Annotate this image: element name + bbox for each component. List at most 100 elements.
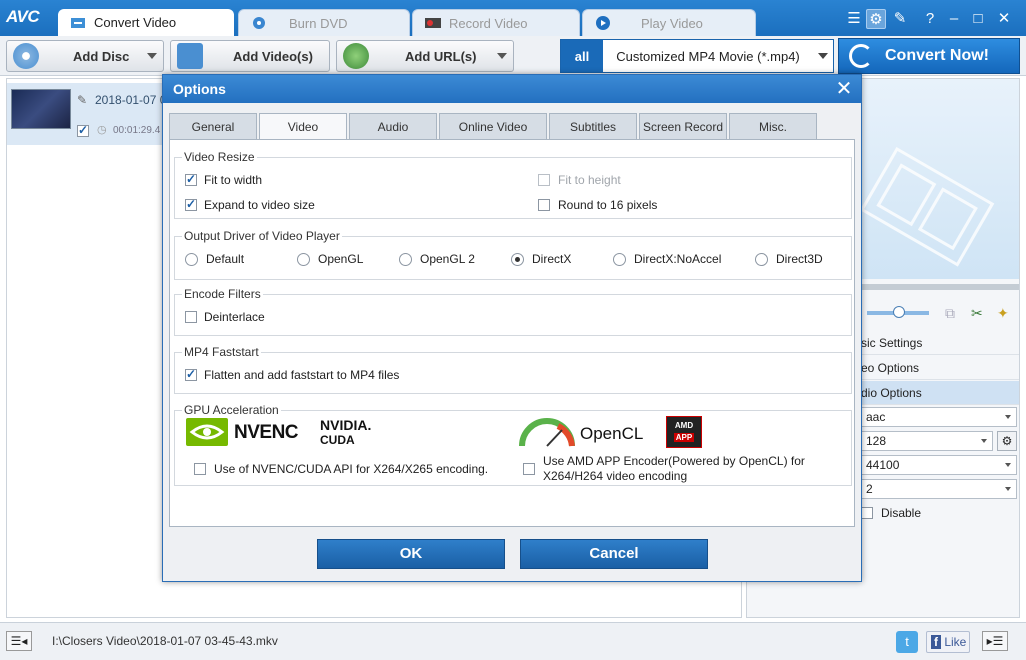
tab-video[interactable]: Video (259, 113, 347, 140)
panel-expand-icon[interactable]: ▸☰ (982, 631, 1008, 651)
sample-rate-select[interactable]: 44100 (861, 455, 1017, 475)
chevron-down-icon (981, 439, 987, 443)
amd-encoder-label-line1: Use AMD APP Encoder(Powered by OpenCL) f… (543, 454, 805, 468)
nvidia-logo: NVIDIA. CUDA (320, 418, 371, 447)
maximize-icon[interactable]: □ (968, 9, 988, 29)
audio-codec-value: aac (866, 410, 886, 424)
bitrate-select[interactable]: 128 (861, 431, 993, 451)
scissors-icon[interactable]: ✂ (971, 305, 983, 322)
copy-icon[interactable]: ⧉ (945, 305, 955, 322)
deinterlace-label: Deinterlace (204, 310, 265, 324)
audio-codec-select[interactable]: aac (861, 407, 1017, 427)
tab-label: Convert Video (94, 15, 177, 30)
sample-rate-value: 44100 (866, 458, 900, 472)
output-driver-title: Output Driver of Video Player (182, 229, 342, 243)
facebook-like-button[interactable]: f Like (926, 631, 970, 653)
file-path: I:\Closers Video\2018-01-07 03-45-43.mkv (52, 634, 278, 648)
seek-bar[interactable] (857, 284, 1019, 290)
dialog-title: Options (163, 75, 861, 103)
add-disc-button[interactable]: Add Disc (6, 40, 164, 72)
radio-opengl[interactable] (297, 253, 310, 266)
radio-direct3d[interactable] (755, 253, 768, 266)
list-item[interactable]: ✎ 2018-01-07 0 ◷ 00:01:29.4 (7, 83, 167, 145)
output-profile-select[interactable]: all Customized MP4 Movie (*.mp4) (560, 39, 834, 73)
help-icon[interactable]: ? (920, 9, 940, 29)
tab-convert-video[interactable]: Convert Video (58, 9, 234, 36)
app-logo: AVC (6, 7, 40, 26)
ok-button[interactable]: OK (317, 539, 505, 569)
flatten-faststart-checkbox[interactable] (185, 367, 197, 381)
bitrate-value: 128 (866, 434, 887, 448)
cancel-button[interactable]: Cancel (520, 539, 708, 569)
channels-value: 2 (866, 482, 873, 496)
dialog-footer: OK Cancel (163, 527, 861, 581)
fit-to-width-checkbox[interactable] (185, 172, 197, 186)
twitter-icon[interactable]: t (896, 631, 918, 653)
title-bar: AVC Convert Video Burn DVD Record Video … (0, 0, 1026, 36)
chevron-down-icon[interactable] (497, 53, 507, 59)
add-url-button[interactable]: Add URL(s) (336, 40, 514, 72)
amd-logo-line2: APP (673, 433, 695, 442)
video-options-item[interactable]: eo Options (857, 356, 1019, 380)
chevron-down-icon (1005, 415, 1011, 419)
tab-play-video[interactable]: Play Video (582, 9, 756, 36)
disable-audio-label: Disable (881, 506, 922, 520)
chevron-down-icon[interactable] (147, 53, 157, 59)
deinterlace-checkbox[interactable] (185, 311, 197, 323)
close-icon[interactable]: ✕ (994, 9, 1014, 29)
edit-icon[interactable]: ✎ (77, 93, 87, 107)
tab-subtitles[interactable]: Subtitles (549, 113, 637, 139)
fit-to-height-checkbox[interactable] (538, 174, 550, 186)
convert-now-label: Convert Now! (885, 47, 989, 64)
tab-audio[interactable]: Audio (349, 113, 437, 139)
expand-to-video-size-checkbox[interactable] (185, 197, 197, 211)
nvenc-checkbox[interactable] (194, 463, 206, 475)
nvidia-eye-icon (186, 418, 228, 446)
file-checkbox[interactable] (77, 123, 89, 137)
volume-slider-knob[interactable] (893, 306, 905, 318)
disable-audio-checkbox[interactable] (861, 507, 873, 519)
radio-opengl2-label: OpenGL 2 (420, 252, 475, 266)
file-duration: 00:01:29.4 (113, 125, 161, 136)
magic-wand-icon[interactable]: ✦ (997, 305, 1009, 322)
amd-encoder-checkbox[interactable] (523, 463, 535, 475)
radio-opengl2[interactable] (399, 253, 412, 266)
tab-online-video[interactable]: Online Video (439, 113, 547, 139)
chevron-down-icon[interactable] (813, 53, 833, 59)
panel-toggle-icon[interactable]: ☰◂ (6, 631, 32, 651)
round-16-pixels-checkbox[interactable] (538, 199, 550, 211)
radio-default[interactable] (185, 253, 198, 266)
minimize-icon[interactable]: – (944, 9, 964, 29)
tab-misc[interactable]: Misc. (729, 113, 817, 139)
audio-options-item[interactable]: dio Options (857, 381, 1019, 405)
tab-general[interactable]: General (169, 113, 257, 139)
tab-label: Burn DVD (289, 15, 348, 31)
dialog-body: Video Resize Fit to width Fit to height … (169, 139, 855, 527)
file-name: 2018-01-07 0 (95, 93, 167, 107)
fit-to-width-label: Fit to width (204, 173, 263, 187)
tab-screen-record[interactable]: Screen Record (639, 113, 727, 139)
play-icon (595, 16, 611, 30)
settings-gear-icon[interactable]: ⚙ (997, 431, 1017, 451)
like-label: Like (944, 635, 967, 649)
disc-add-icon (13, 43, 39, 69)
add-videos-button[interactable]: Add Video(s) (170, 40, 330, 72)
gear-icon[interactable]: ⚙ (866, 9, 886, 29)
radio-directx[interactable] (511, 253, 524, 266)
chevron-down-icon (1005, 487, 1011, 491)
profile-label: Customized MP4 Movie (*.mp4) (616, 48, 800, 64)
channels-select[interactable]: 2 (861, 479, 1017, 499)
basic-settings-item[interactable]: sic Settings (857, 331, 1019, 355)
record-icon (425, 16, 441, 30)
tab-record-video[interactable]: Record Video (412, 9, 580, 36)
amd-app-logo: AMD APP (666, 416, 702, 448)
convert-now-button[interactable]: Convert Now! (838, 38, 1020, 74)
video-resize-title: Video Resize (182, 150, 257, 164)
expand-to-video-size-label: Expand to video size (204, 198, 315, 212)
convert-icon (70, 16, 86, 30)
tab-burn-dvd[interactable]: Burn DVD (238, 9, 410, 36)
tools-icon[interactable]: ✎ (890, 9, 910, 29)
list-view-icon[interactable]: ☰ (844, 9, 864, 29)
radio-directx-noaccel[interactable] (613, 253, 626, 266)
close-icon[interactable]: ✕ (833, 77, 855, 101)
